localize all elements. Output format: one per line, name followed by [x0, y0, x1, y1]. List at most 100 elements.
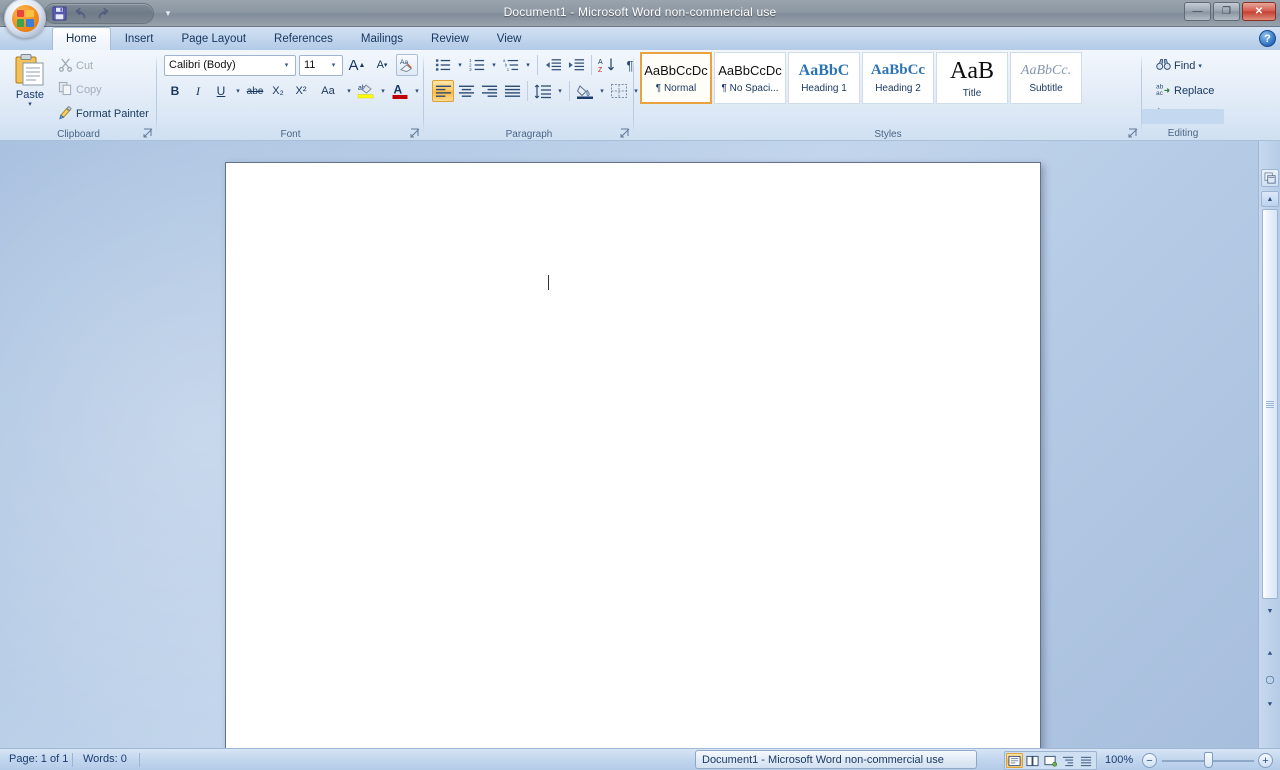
- styles-dialog-launcher[interactable]: [1127, 127, 1139, 139]
- full-screen-reading-view-button[interactable]: [1024, 753, 1041, 768]
- cut-button[interactable]: Cut: [54, 55, 153, 77]
- align-right-icon: [481, 85, 497, 97]
- style-item-heading-2[interactable]: AaBbCc Heading 2: [862, 52, 934, 104]
- font-color-button[interactable]: A: [389, 80, 411, 102]
- format-painter-button[interactable]: Format Painter: [54, 103, 153, 125]
- binoculars-icon: [1156, 57, 1171, 75]
- shrink-font-button[interactable]: A ▾: [371, 54, 393, 76]
- borders-button[interactable]: [608, 80, 630, 102]
- tab-mailings[interactable]: Mailings: [347, 27, 417, 50]
- grow-font-button[interactable]: A ▲: [346, 54, 368, 76]
- minimize-button[interactable]: —: [1184, 2, 1211, 21]
- find-dropdown-arrow[interactable]: ▾: [1198, 62, 1202, 70]
- redo-button[interactable]: [93, 5, 113, 22]
- replace-button[interactable]: ab ac Replace: [1152, 80, 1218, 102]
- clipboard-dialog-launcher[interactable]: [142, 127, 154, 139]
- zoom-slider-thumb[interactable]: [1204, 752, 1213, 768]
- taskbar-window-button[interactable]: Document1 - Microsoft Word non-commercia…: [695, 750, 977, 769]
- scroll-down-button[interactable]: ▼: [1261, 603, 1279, 619]
- font-dialog-launcher[interactable]: [409, 127, 421, 139]
- italic-button[interactable]: I: [187, 80, 209, 102]
- undo-button[interactable]: [71, 5, 91, 22]
- zoom-out-button[interactable]: −: [1142, 753, 1157, 768]
- text-highlight-color-button[interactable]: ab: [355, 80, 377, 102]
- page-indicator[interactable]: Page: 1 of 1: [9, 753, 68, 765]
- change-case-button[interactable]: Aa: [313, 80, 343, 102]
- multilevel-list-dropdown-arrow[interactable]: ▾: [523, 54, 533, 76]
- tab-review[interactable]: Review: [417, 27, 483, 50]
- underline-button[interactable]: U: [210, 80, 232, 102]
- scrollbar-thumb[interactable]: [1262, 209, 1278, 599]
- help-icon[interactable]: ?: [1259, 30, 1276, 47]
- multilevel-list-button[interactable]: ab1: [500, 54, 522, 76]
- subscript-button[interactable]: X₂: [267, 80, 289, 102]
- next-page-button[interactable]: ⯆: [1262, 697, 1278, 713]
- zoom-in-button[interactable]: +: [1258, 753, 1273, 768]
- style-item-heading-1[interactable]: AaBbC Heading 1: [788, 52, 860, 104]
- paragraph-dialog-launcher[interactable]: [619, 127, 631, 139]
- style-name: Subtitle: [1029, 83, 1063, 94]
- font-color-dropdown-arrow[interactable]: ▾: [412, 80, 422, 102]
- ruler-toggle-button[interactable]: [1261, 169, 1279, 187]
- bullets-dropdown-arrow[interactable]: ▾: [455, 54, 465, 76]
- outline-view-button[interactable]: [1060, 753, 1077, 768]
- align-right-button[interactable]: [478, 80, 500, 102]
- style-item-no-spacing[interactable]: AaBbCcDc ¶ No Spaci...: [714, 52, 786, 104]
- word-count-indicator[interactable]: Words: 0: [83, 753, 127, 765]
- line-spacing-dropdown-arrow[interactable]: ▾: [555, 80, 565, 102]
- customize-quick-access-toolbar-button[interactable]: ▾: [160, 6, 176, 21]
- justify-button[interactable]: [501, 80, 523, 102]
- zoom-level-label[interactable]: 100%: [1105, 754, 1133, 766]
- font-name-value: Calibri (Body): [169, 59, 236, 71]
- bold-button[interactable]: B: [164, 80, 186, 102]
- style-name: ¶ No Spaci...: [721, 83, 779, 94]
- draft-view-button[interactable]: [1078, 753, 1095, 768]
- numbering-dropdown-arrow[interactable]: ▾: [489, 54, 499, 76]
- find-button[interactable]: Find ▾: [1152, 55, 1218, 77]
- scroll-up-button[interactable]: ▲: [1261, 191, 1279, 207]
- clear-formatting-button[interactable]: Aa: [396, 54, 418, 76]
- font-color-icon: A: [392, 83, 408, 99]
- copy-button[interactable]: Copy: [54, 79, 153, 101]
- style-item-title[interactable]: AaB Title: [936, 52, 1008, 104]
- previous-page-button[interactable]: ⯅: [1262, 646, 1278, 662]
- tab-home[interactable]: Home: [52, 27, 111, 50]
- style-item-normal[interactable]: AaBbCcDc ¶ Normal: [640, 52, 712, 104]
- sort-button[interactable]: A Z: [596, 54, 618, 76]
- highlight-color-dropdown-arrow[interactable]: ▾: [378, 80, 388, 102]
- underline-dropdown-arrow[interactable]: ▾: [233, 80, 243, 102]
- restore-button[interactable]: ❐: [1213, 2, 1240, 21]
- superscript-button[interactable]: X²: [290, 80, 312, 102]
- web-layout-view-button[interactable]: [1042, 753, 1059, 768]
- font-name-combobox[interactable]: Calibri (Body) ▾: [164, 54, 296, 76]
- close-button[interactable]: ✕: [1242, 2, 1276, 21]
- style-item-subtitle[interactable]: AaBbCc. Subtitle: [1010, 52, 1082, 104]
- chevron-down-icon[interactable]: ▾: [280, 61, 293, 69]
- paste-button[interactable]: Paste ▾: [9, 52, 51, 118]
- tab-references[interactable]: References: [260, 27, 347, 50]
- chevron-down-icon[interactable]: ▾: [327, 61, 340, 69]
- shading-dropdown-arrow[interactable]: ▾: [597, 80, 607, 102]
- align-center-button[interactable]: [455, 80, 477, 102]
- document-canvas[interactable]: [0, 141, 1258, 748]
- tab-view[interactable]: View: [483, 27, 536, 50]
- increase-indent-button[interactable]: [565, 54, 587, 76]
- strikethrough-button[interactable]: abe: [244, 80, 266, 102]
- document-page[interactable]: [225, 162, 1041, 748]
- save-button[interactable]: [49, 5, 69, 22]
- vertical-scrollbar[interactable]: ▲ ▼ ⯅ ◯ ⯆: [1258, 141, 1280, 748]
- clipboard-group-label: Clipboard: [57, 129, 100, 140]
- paste-dropdown-arrow[interactable]: ▾: [28, 101, 32, 108]
- align-left-button[interactable]: [432, 80, 454, 102]
- select-browse-object-button[interactable]: ◯: [1262, 671, 1278, 687]
- print-layout-view-button[interactable]: [1006, 753, 1023, 768]
- font-size-combobox[interactable]: 11 ▾: [299, 54, 343, 76]
- change-case-dropdown-arrow[interactable]: ▾: [344, 80, 354, 102]
- numbering-button[interactable]: 123: [466, 54, 488, 76]
- tab-insert[interactable]: Insert: [111, 27, 168, 50]
- decrease-indent-button[interactable]: [542, 54, 564, 76]
- shading-button[interactable]: [574, 80, 596, 102]
- line-spacing-button[interactable]: [532, 80, 554, 102]
- tab-page-layout[interactable]: Page Layout: [167, 27, 260, 50]
- bullets-button[interactable]: [432, 54, 454, 76]
